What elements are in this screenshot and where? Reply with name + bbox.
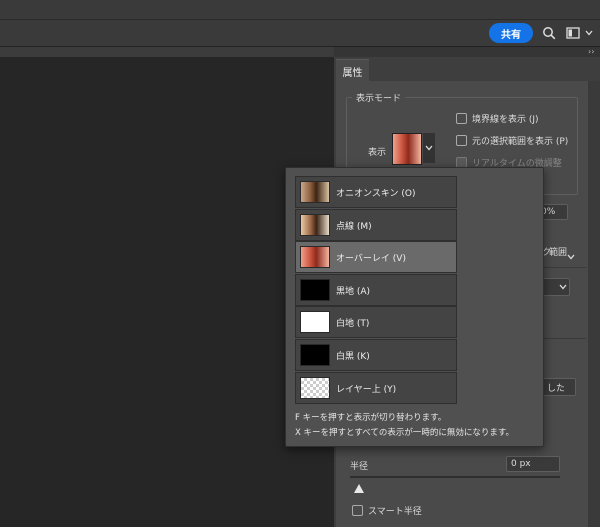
- view-mode-option-label: 点線 (M): [336, 221, 372, 232]
- panel-scrollbar[interactable]: [588, 81, 600, 527]
- view-mode-option-label: オニオンスキン (O): [336, 188, 416, 199]
- smart-radius-checkbox[interactable]: [352, 505, 363, 516]
- show-edges-checkbox[interactable]: [456, 113, 467, 124]
- view-mode-option-label: オーバーレイ (V): [336, 253, 406, 264]
- panel-header: [334, 47, 600, 57]
- view-mode-option[interactable]: オニオンスキン (O): [295, 176, 457, 208]
- view-mode-option[interactable]: レイヤー上 (Y): [295, 372, 457, 404]
- view-mode-option-label: 白黒 (K): [336, 351, 370, 362]
- view-mode-thumbnail[interactable]: [392, 133, 422, 165]
- search-icon[interactable]: [540, 24, 558, 42]
- tab-properties[interactable]: 属性: [336, 59, 369, 82]
- radius-field[interactable]: 0 px: [506, 456, 560, 472]
- view-mode-thumbnail: [300, 344, 330, 366]
- view-mode-popup: オニオンスキン (O) 点線 (M) オーバーレイ (V) 黒地 (A) 白地 (T) 白…: [285, 167, 544, 447]
- panel-layout-icon[interactable]: [564, 24, 582, 42]
- collapse-panel-icon[interactable]: ››: [588, 47, 594, 56]
- display-mode-title: 表示モード: [352, 91, 406, 104]
- view-mode-thumbnail: [300, 311, 330, 333]
- chevron-down-icon: [425, 145, 433, 151]
- show-original-label: 元の選択範囲を表示 (P): [472, 137, 569, 147]
- view-mode-option-label: 白地 (T): [336, 318, 370, 329]
- chevron-down-icon[interactable]: [583, 24, 595, 42]
- partial-output-button[interactable]: した: [542, 378, 576, 396]
- smart-radius-label: スマート半径: [368, 507, 422, 517]
- show-edges-label: 境界線を表示 (J): [472, 115, 539, 125]
- radius-label: 半径: [350, 462, 369, 472]
- title-bar: [0, 0, 600, 20]
- view-mode-options: オニオンスキン (O) 点線 (M) オーバーレイ (V) 黒地 (A) 白地 (T) 白…: [295, 176, 457, 404]
- show-original-checkbox[interactable]: [456, 135, 467, 146]
- view-mode-option[interactable]: 点線 (M): [295, 209, 457, 241]
- view-mode-thumbnail: [300, 246, 330, 268]
- view-label: 表示: [368, 148, 387, 158]
- chevron-down-icon: [559, 284, 567, 290]
- view-mode-option[interactable]: 黒地 (A): [295, 274, 457, 306]
- share-button[interactable]: 共有: [489, 23, 533, 43]
- view-mode-option[interactable]: オーバーレイ (V): [295, 241, 457, 273]
- view-mode-thumbnail: [300, 279, 330, 301]
- view-mode-thumbnail: [300, 377, 330, 399]
- document-tab-strip: [0, 47, 334, 57]
- view-mode-option-label: 黒地 (A): [336, 286, 371, 297]
- shortcut-hint-f: F キーを押すと表示が切り替わります。: [295, 413, 447, 423]
- view-mode-option-label: レイヤー上 (Y): [336, 384, 397, 395]
- canvas-area[interactable]: [0, 57, 334, 527]
- view-mode-option[interactable]: 白地 (T): [295, 306, 457, 338]
- radius-slider-thumb[interactable]: [354, 478, 364, 497]
- dropdown-field[interactable]: [540, 278, 570, 296]
- shortcut-hint-x: X キーを押すとすべての表示が一時的に無効になります。: [295, 428, 514, 438]
- radius-slider-track[interactable]: [350, 476, 560, 478]
- view-mode-thumbnail: [300, 181, 330, 203]
- view-mode-thumbnail: [300, 214, 330, 236]
- partial-output-label[interactable]: 範囲: [549, 245, 567, 258]
- view-mode-dropdown-button[interactable]: [423, 133, 435, 163]
- view-mode-option[interactable]: 白黒 (K): [295, 339, 457, 371]
- chevron-down-icon[interactable]: [567, 245, 575, 264]
